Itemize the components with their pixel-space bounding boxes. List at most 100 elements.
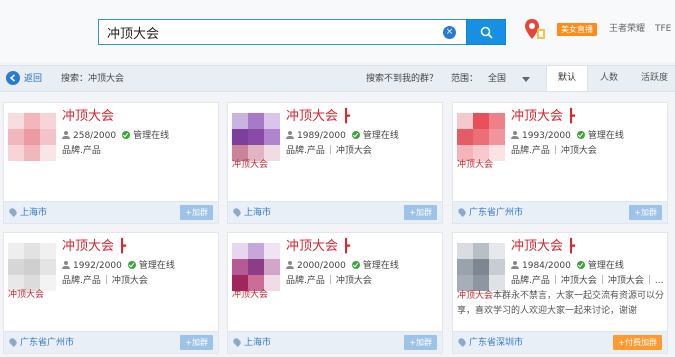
- tag: 冲顶大会: [560, 276, 597, 286]
- check-icon: [576, 261, 585, 269]
- tag-divider: [329, 275, 331, 284]
- group-avatar: [457, 243, 505, 291]
- card-footer: 广东省广州市 +加群: [453, 201, 667, 223]
- group-title[interactable]: 冲顶大会 ┣: [286, 109, 350, 125]
- group-stats: 1992/2000 管理在线: [62, 260, 175, 272]
- avatar-label: 冲顶大会: [232, 160, 269, 170]
- admin-status: 管理在线: [362, 131, 399, 141]
- chevron-down-icon[interactable]: [522, 77, 530, 82]
- search-button[interactable]: [466, 19, 506, 45]
- tab-members[interactable]: 人数: [588, 66, 630, 91]
- city-name: 上海市: [20, 208, 48, 218]
- tag: 品牌.产品: [62, 276, 101, 286]
- range-select[interactable]: 全国: [488, 73, 506, 85]
- location-pin-icon: [8, 207, 18, 217]
- admin-status: 管理在线: [587, 261, 624, 271]
- not-found-link[interactable]: 搜索不到我的群？: [366, 73, 438, 85]
- search-box[interactable]: ×: [98, 19, 467, 45]
- card-footer: 广东省深圳市 +付费加群: [453, 331, 667, 353]
- group-title[interactable]: 冲顶大会 ┣: [511, 109, 575, 125]
- admin-status: 管理在线: [133, 131, 170, 141]
- group-title[interactable]: 冲顶大会: [62, 109, 114, 125]
- group-avatar: [457, 113, 505, 161]
- group-title[interactable]: 冲顶大会 ┣: [62, 239, 126, 255]
- group-location: 广东省广州市: [457, 207, 523, 219]
- group-card[interactable]: 冲顶大会 冲顶大会 ┣ 2000/2000 管理在线 品牌.产品 冲顶大会 上海市 …: [227, 232, 443, 354]
- group-location: 上海市: [232, 337, 272, 349]
- group-card[interactable]: 冲顶大会 ┣ 1984/2000 管理在线 品牌.产品 冲顶大会 冲顶大会... 冲顶…: [452, 232, 668, 354]
- join-button[interactable]: +加群: [404, 205, 437, 220]
- tag: 品牌.产品: [511, 146, 550, 156]
- search-icon: [480, 26, 493, 39]
- range-label: 范围：: [451, 74, 479, 84]
- location-pin-icon: [232, 207, 242, 217]
- group-card[interactable]: 冲顶大会 冲顶大会 ┣ 1989/2000 管理在线 品牌.产品 冲顶大会 上海市 …: [227, 102, 443, 224]
- group-tags: 品牌.产品 冲顶大会 冲顶大会...: [511, 275, 664, 287]
- members-icon: [62, 131, 70, 139]
- back-icon[interactable]: [6, 71, 20, 85]
- city-name: 上海市: [244, 338, 272, 348]
- group-avatar: [8, 243, 56, 291]
- group-card[interactable]: 冲顶大会 冲顶大会 ┣ 1992/2000 管理在线 品牌.产品 冲顶大会 广东省广…: [3, 232, 219, 354]
- join-button[interactable]: +加群: [404, 335, 437, 350]
- members-icon: [511, 261, 519, 269]
- card-footer: 广东省广州市 +加群: [4, 331, 218, 353]
- tag: 品牌.产品: [286, 276, 325, 286]
- city-name: 广东省深圳市: [469, 338, 524, 348]
- clear-icon[interactable]: ×: [443, 26, 456, 39]
- tag-more: ...: [654, 276, 664, 286]
- members-icon: [286, 131, 294, 139]
- tag: 冲顶大会: [335, 146, 372, 156]
- location-pin-icon: [8, 337, 18, 347]
- tag-divider: [648, 275, 650, 284]
- check-icon: [127, 261, 136, 269]
- more-link[interactable]: TFE: [655, 23, 671, 36]
- join-button[interactable]: +加群: [180, 335, 213, 350]
- back-link[interactable]: 返回: [24, 73, 42, 85]
- tag-divider: [601, 275, 603, 284]
- group-stats: 1993/2000 管理在线: [511, 130, 624, 142]
- group-description: 冲顶大会本群永不禁言，大家一起交流有资源可以分享，喜欢学习的人欢迎大家一起来讨论…: [457, 289, 665, 319]
- group-location: 上海市: [232, 207, 272, 219]
- tab-activity[interactable]: 活跃度: [632, 66, 675, 91]
- member-count: 1992/2000: [73, 261, 122, 271]
- group-avatar: [8, 113, 56, 161]
- top-bar: × 美女直播 王者荣耀 TFE: [0, 0, 675, 62]
- check-icon: [351, 131, 360, 139]
- tag: 冲顶大会: [607, 276, 644, 286]
- members-icon: [511, 131, 519, 139]
- group-tags: 品牌.产品 冲顶大会: [511, 145, 597, 157]
- group-title[interactable]: 冲顶大会 ┣: [511, 239, 575, 255]
- tag-divider: [554, 275, 556, 284]
- admin-status: 管理在线: [362, 261, 399, 271]
- location-icon[interactable]: [524, 17, 546, 43]
- check-icon: [122, 131, 131, 139]
- group-card[interactable]: 冲顶大会 258/2000 管理在线 品牌.产品 上海市 +加群: [3, 102, 219, 224]
- tag-divider: [105, 275, 107, 284]
- tab-default[interactable]: 默认: [546, 66, 588, 91]
- join-button[interactable]: +加群: [629, 205, 662, 220]
- group-avatar: [232, 243, 280, 291]
- tag: 品牌.产品: [62, 146, 101, 156]
- location-pin-icon: [457, 337, 467, 347]
- card-footer: 上海市 +加群: [228, 331, 442, 353]
- group-tags: 品牌.产品 冲顶大会: [62, 275, 148, 287]
- group-card[interactable]: 冲顶大会 冲顶大会 ┣ 1993/2000 管理在线 品牌.产品 冲顶大会 广东省广…: [452, 102, 668, 224]
- member-count: 1984/2000: [522, 261, 571, 271]
- members-icon: [286, 261, 294, 269]
- join-button[interactable]: +加群: [180, 205, 213, 220]
- tag: 冲顶大会: [335, 276, 372, 286]
- group-stats: 1989/2000 管理在线: [286, 130, 399, 142]
- live-badge[interactable]: 美女直播: [557, 23, 597, 36]
- group-location: 广东省深圳市: [457, 337, 524, 349]
- group-title[interactable]: 冲顶大会 ┣: [286, 239, 350, 255]
- check-icon: [576, 131, 585, 139]
- city-name: 上海市: [244, 208, 272, 218]
- tag-divider: [329, 145, 331, 154]
- member-count: 2000/2000: [297, 261, 346, 271]
- check-icon: [351, 261, 360, 269]
- search-input[interactable]: [107, 24, 427, 40]
- group-tags: 品牌.产品: [62, 145, 101, 157]
- game-link[interactable]: 王者荣耀: [609, 23, 645, 36]
- paid-join-button[interactable]: +付费加群: [613, 335, 662, 350]
